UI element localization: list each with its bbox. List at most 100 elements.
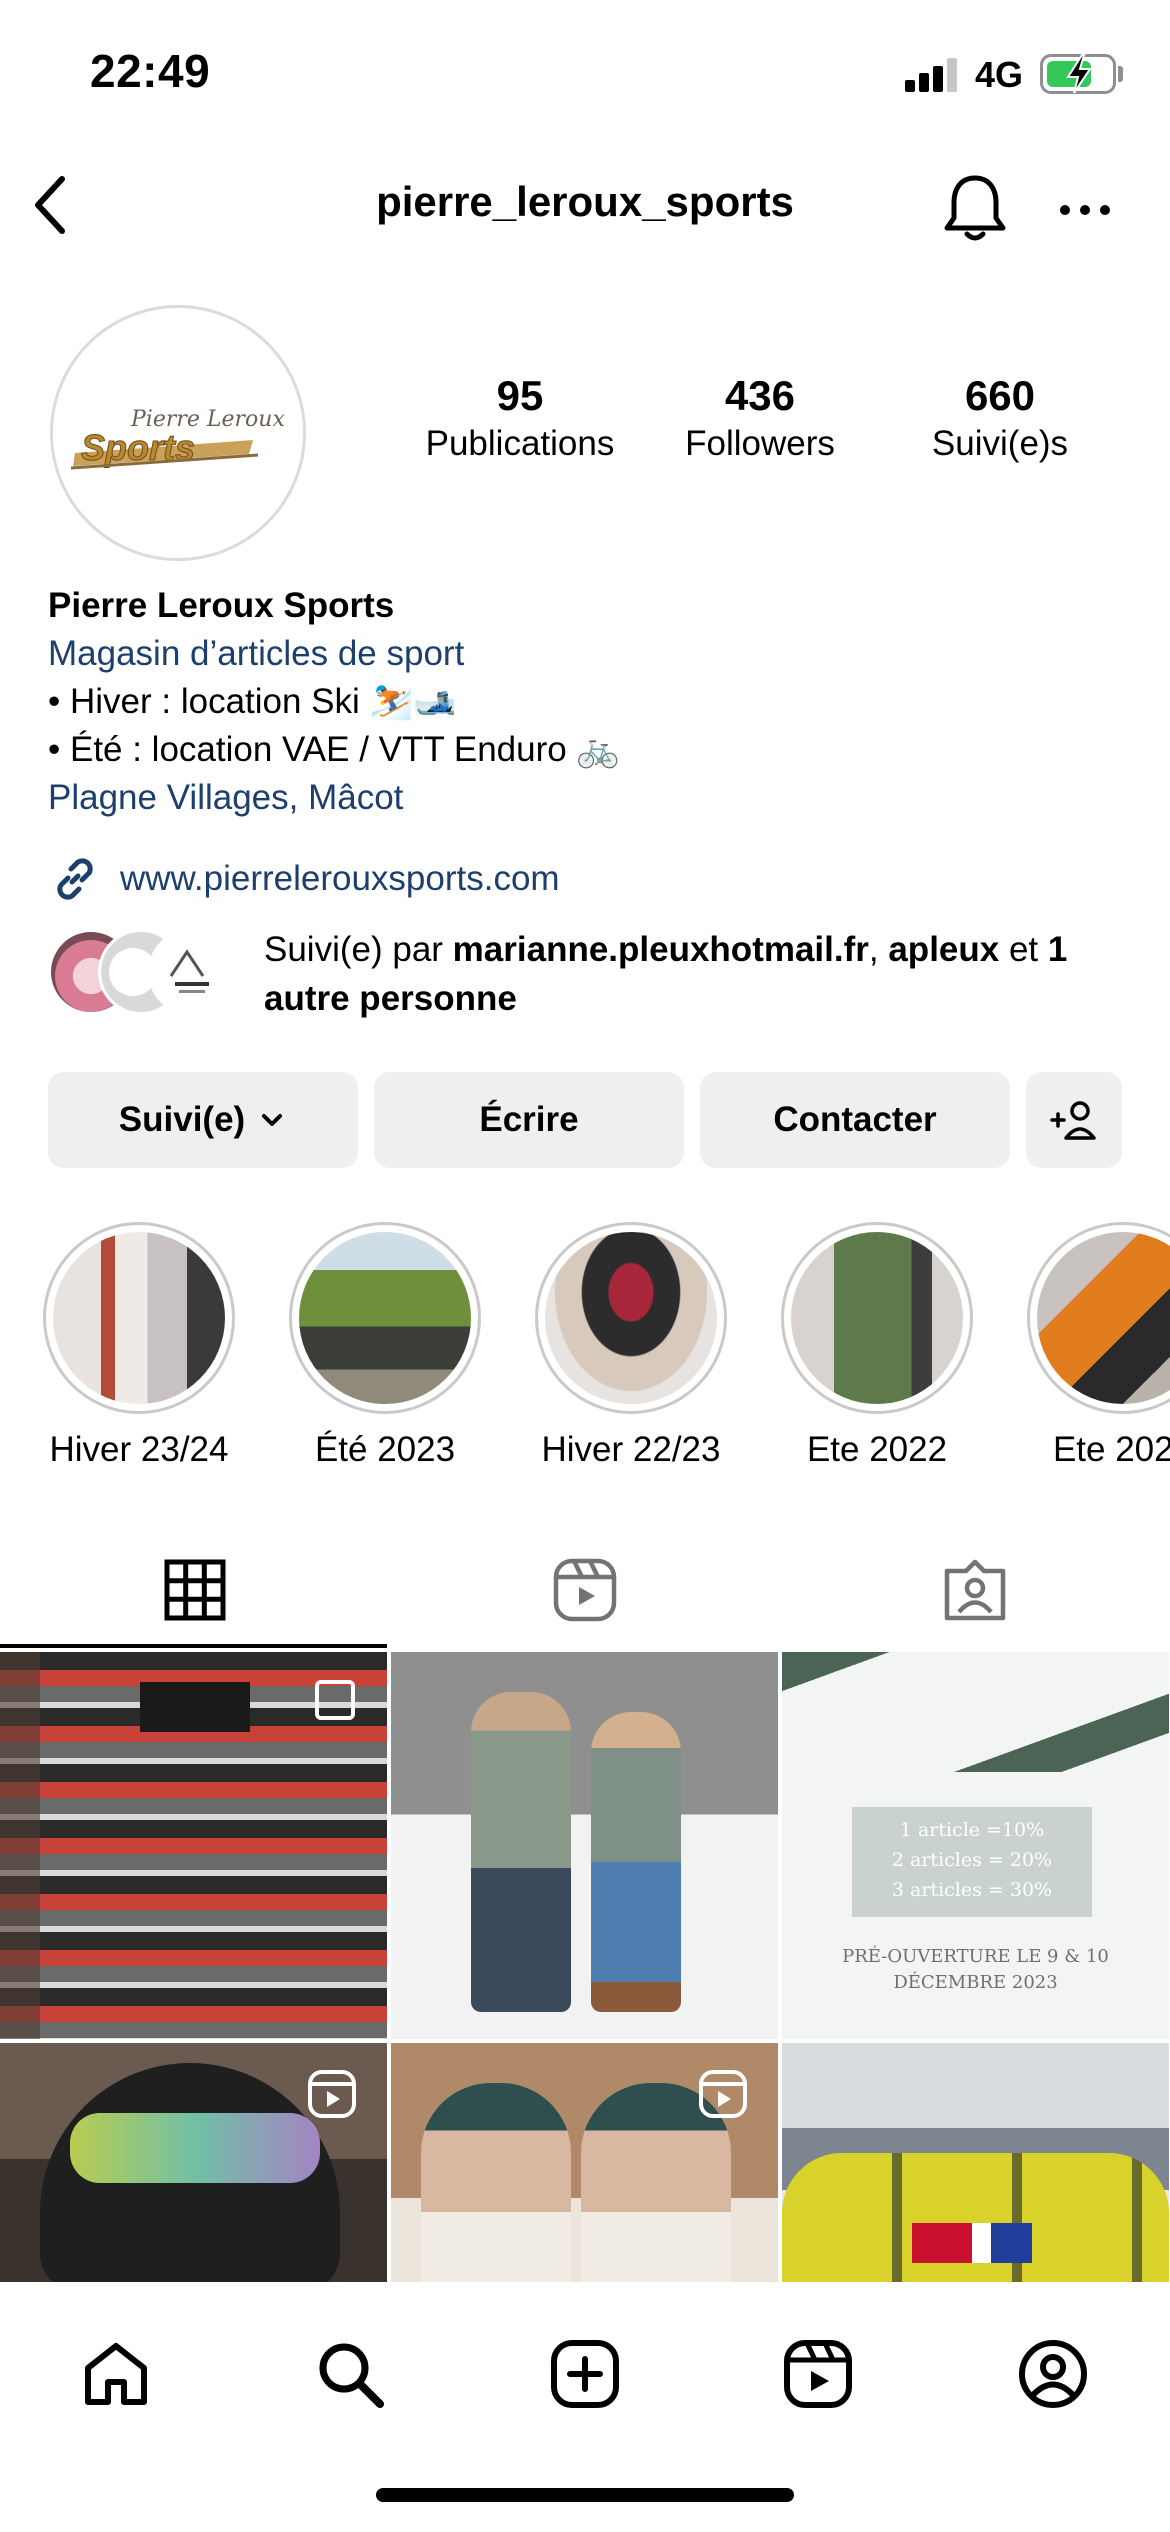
tab-reels[interactable] xyxy=(390,1530,780,1650)
highlight-item[interactable]: Été 2023 xyxy=(270,1222,500,1470)
network-label: 4G xyxy=(975,54,1024,95)
nav-home[interactable] xyxy=(66,2324,166,2424)
reels-icon xyxy=(784,2340,852,2408)
following-stat[interactable]: 660 Suivi(e)s xyxy=(880,372,1120,464)
mutual-user-2[interactable]: apleux xyxy=(888,930,999,969)
post-tile[interactable] xyxy=(0,1652,387,2039)
highlight-label: Été 2023 xyxy=(314,1430,456,1469)
posts-grid: 1 article =10% 2 articles = 20% 3 articl… xyxy=(0,1652,1170,2282)
highlight-ring xyxy=(289,1222,481,1414)
post-image-helmet-logo xyxy=(70,2113,320,2183)
profile-avatar[interactable]: Pierre Leroux Sports xyxy=(50,305,306,561)
grid-icon xyxy=(164,1559,226,1621)
posts-label: Publications xyxy=(425,424,615,463)
highlight-label: Hiver 23/24 xyxy=(49,1430,229,1469)
highlight-ring xyxy=(43,1222,235,1414)
nav-search[interactable] xyxy=(300,2324,400,2424)
profile-stats: 95 Publications 436 Followers 660 Suivi(… xyxy=(400,372,1120,464)
contact-button-label: Contacter xyxy=(773,1100,937,1139)
more-horizontal-icon xyxy=(1060,205,1110,215)
followed-by-prefix: Suivi(e) par xyxy=(264,930,453,969)
brand-logo: Pierre Leroux Sports xyxy=(70,407,285,470)
notifications-button[interactable] xyxy=(935,168,1015,248)
preopening-text: PRÉ-OUVERTURE LE 9 & 10 DÉCEMBRE 2023 xyxy=(782,1944,1169,1996)
highlight-ring xyxy=(781,1222,973,1414)
posts-count: 95 xyxy=(496,372,544,419)
profile-name: Pierre Leroux Sports xyxy=(48,586,395,625)
followers-count: 436 xyxy=(724,372,796,419)
bio-line: • Été : location VAE / VTT Enduro 🚲 xyxy=(48,730,621,769)
chevron-down-icon xyxy=(262,1114,283,1126)
post-image-detail xyxy=(0,1652,40,2039)
following-button-label: Suivi(e) xyxy=(118,1100,246,1139)
active-tab-indicator xyxy=(0,1644,387,1648)
tagged-icon xyxy=(944,1559,1006,1621)
profile-location[interactable]: Plagne Villages, Mâcot xyxy=(48,774,1128,822)
post-tile[interactable] xyxy=(391,2043,778,2282)
link-icon xyxy=(57,858,93,900)
post-tile[interactable] xyxy=(391,1652,778,2039)
tab-tagged[interactable] xyxy=(780,1530,1170,1650)
mutual-avatars xyxy=(48,929,248,1019)
highlight-item[interactable]: Ete 2022 xyxy=(762,1222,992,1470)
highlight-cover xyxy=(53,1232,225,1404)
message-button[interactable]: Écrire xyxy=(374,1072,684,1168)
followed-by-conjunction: et xyxy=(999,930,1048,969)
preopening-line: DÉCEMBRE 2023 xyxy=(893,1972,1058,1993)
highlight-ring xyxy=(1027,1222,1170,1414)
contact-button[interactable]: Contacter xyxy=(700,1072,1010,1168)
mutual-user-1[interactable]: marianne.pleuxhotmail.fr xyxy=(453,930,869,969)
followers-stat[interactable]: 436 Followers xyxy=(640,372,880,464)
home-icon xyxy=(85,2343,147,2405)
highlight-cover xyxy=(791,1232,963,1404)
highlight-cover xyxy=(545,1232,717,1404)
search-icon xyxy=(319,2343,384,2408)
post-tile[interactable] xyxy=(0,2043,387,2282)
profile-bio: Pierre Leroux Sports Magasin d’articles … xyxy=(48,582,1128,822)
post-tile[interactable] xyxy=(782,2043,1169,2282)
promo-box: 1 article =10% 2 articles = 20% 3 articl… xyxy=(852,1807,1092,1917)
followed-by-separator: , xyxy=(868,930,889,969)
message-button-label: Écrire xyxy=(479,1100,579,1139)
nav-create[interactable] xyxy=(535,2324,635,2424)
add-user-icon xyxy=(1050,1101,1096,1140)
tab-posts-grid[interactable] xyxy=(0,1530,390,1650)
website-link[interactable]: www.pierrelerouxsports.com xyxy=(48,852,560,906)
charging-icon xyxy=(1066,54,1092,94)
story-highlights: Hiver 23/24 Été 2023 Hiver 22/23 Ete 202… xyxy=(0,1222,1170,1472)
more-options-button[interactable] xyxy=(1050,180,1120,240)
highlight-label: Ete 2021 xyxy=(1052,1430,1170,1469)
reels-icon xyxy=(308,2070,356,2118)
posts-stat[interactable]: 95 Publications xyxy=(400,372,640,464)
mutual-avatar-logo xyxy=(169,949,209,993)
website-url: www.pierrelerouxsports.com xyxy=(120,859,560,898)
suggest-users-button[interactable] xyxy=(1026,1072,1122,1168)
post-image-flag xyxy=(912,2223,1032,2263)
followers-label: Followers xyxy=(685,424,835,463)
nav-profile[interactable] xyxy=(1003,2324,1103,2424)
nav-reels[interactable] xyxy=(768,2324,868,2424)
status-time: 22:49 xyxy=(90,45,211,97)
promo-line: 2 articles = 20% xyxy=(891,1849,1053,1871)
post-image-branch xyxy=(782,1652,1169,1772)
signal-icon xyxy=(905,58,957,92)
profile-category[interactable]: Magasin d’articles de sport xyxy=(48,630,1128,678)
reels-icon xyxy=(553,1558,617,1622)
following-button[interactable]: Suivi(e) xyxy=(48,1072,358,1168)
bio-line: • Hiver : location Ski ⛷️🎿 xyxy=(48,682,457,721)
highlight-label: Ete 2022 xyxy=(806,1430,948,1469)
promo-line: 1 article =10% xyxy=(899,1819,1045,1841)
following-count: 660 xyxy=(964,372,1036,419)
highlight-cover xyxy=(1037,1232,1170,1404)
plus-square-icon xyxy=(551,2340,619,2408)
post-tile[interactable]: 1 article =10% 2 articles = 20% 3 articl… xyxy=(782,1652,1169,2039)
highlight-cover xyxy=(299,1232,471,1404)
highlight-ring xyxy=(535,1222,727,1414)
post-image-person xyxy=(421,2083,571,2282)
profile-tabs xyxy=(0,1530,1170,1650)
highlight-item[interactable]: Hiver 22/23 xyxy=(516,1222,746,1470)
highlight-label: Hiver 22/23 xyxy=(541,1430,721,1469)
highlight-item[interactable]: Ete 2021 xyxy=(1008,1222,1170,1470)
post-image-person xyxy=(471,1692,571,2012)
highlight-item[interactable]: Hiver 23/24 xyxy=(24,1222,254,1470)
